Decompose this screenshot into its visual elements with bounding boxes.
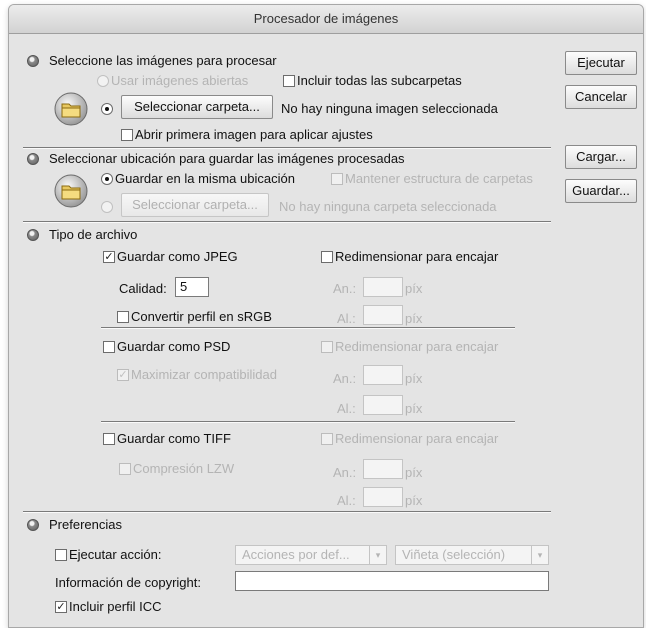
tiff-width-label: An.:	[333, 465, 357, 480]
tiff-width-unit: píx	[405, 465, 423, 480]
no-folder-selected-text: No hay ninguna carpeta seleccionada	[279, 199, 497, 214]
jpeg-width-input[interactable]	[363, 277, 403, 297]
psd-width-input[interactable]	[363, 365, 403, 385]
save-as-tiff-label: Guardar como TIFF	[117, 431, 231, 446]
psd-resize-checkbox[interactable]	[321, 341, 333, 353]
action-set-dropdown[interactable]: Acciones por def... ▾	[235, 545, 387, 565]
save-as-jpeg-label: Guardar como JPEG	[117, 249, 238, 264]
step-2-icon	[27, 153, 39, 165]
section-4-title: Preferencias	[49, 517, 122, 532]
save-as-psd-label: Guardar como PSD	[117, 339, 231, 354]
tiff-height-unit: píx	[405, 493, 423, 508]
folder-icon	[54, 92, 88, 126]
include-subfolders-checkbox[interactable]	[283, 75, 295, 87]
load-button[interactable]: Cargar...	[565, 145, 637, 169]
include-icc-label: Incluir perfil ICC	[69, 599, 162, 614]
run-button[interactable]: Ejecutar	[565, 51, 637, 75]
convert-srgb-checkbox[interactable]	[117, 311, 129, 323]
step-1-icon	[27, 55, 39, 67]
jpeg-height-unit: píx	[405, 311, 423, 326]
select-destination-radio[interactable]	[101, 201, 113, 213]
tiff-height-input[interactable]	[363, 487, 403, 507]
file-type-divider	[101, 327, 515, 329]
jpeg-resize-label: Redimensionar para encajar	[335, 249, 499, 264]
step-3-icon	[27, 229, 39, 241]
psd-height-label: Al.:	[337, 401, 356, 416]
quality-input[interactable]: 5	[175, 277, 209, 297]
section-2-title: Seleccionar ubicación para guardar las i…	[49, 151, 405, 166]
file-type-divider	[101, 421, 515, 423]
chevron-down-icon: ▾	[531, 546, 548, 564]
open-first-image-label: Abrir primera imagen para aplicar ajuste…	[135, 127, 373, 142]
section-3-title: Tipo de archivo	[49, 227, 138, 242]
select-folder-radio[interactable]	[101, 103, 113, 115]
folder-icon	[54, 174, 88, 208]
select-destination-folder-button[interactable]: Seleccionar carpeta...	[121, 193, 269, 217]
copyright-label: Información de copyright:	[55, 575, 201, 590]
psd-resize-label: Redimensionar para encajar	[335, 339, 499, 354]
use-open-images-radio[interactable]	[97, 75, 109, 87]
chevron-down-icon: ▾	[369, 546, 386, 564]
run-action-checkbox[interactable]	[55, 549, 67, 561]
psd-height-input[interactable]	[363, 395, 403, 415]
jpeg-width-unit: píx	[405, 281, 423, 296]
no-image-selected-text: No hay ninguna imagen seleccionada	[281, 101, 498, 116]
tiff-width-input[interactable]	[363, 459, 403, 479]
keep-structure-label: Mantener estructura de carpetas	[345, 171, 533, 186]
save-as-psd-checkbox[interactable]	[103, 341, 115, 353]
cancel-button[interactable]: Cancelar	[565, 85, 637, 109]
jpeg-width-label: An.:	[333, 281, 357, 296]
action-dropdown[interactable]: Viñeta (selección) ▾	[395, 545, 549, 565]
step-4-icon	[27, 519, 39, 531]
open-first-image-checkbox[interactable]	[121, 129, 133, 141]
tiff-resize-label: Redimensionar para encajar	[335, 431, 499, 446]
convert-srgb-label: Convertir perfil en sRGB	[131, 309, 272, 324]
tiff-resize-checkbox[interactable]	[321, 433, 333, 445]
include-icc-checkbox[interactable]: ✓	[55, 601, 67, 613]
section-1-title: Seleccione las imágenes para procesar	[49, 53, 277, 68]
maximize-compatibility-checkbox[interactable]: ✓	[117, 369, 129, 381]
same-location-radio[interactable]	[101, 173, 113, 185]
jpeg-height-label: Al.:	[337, 311, 356, 326]
action-value: Viñeta (selección)	[402, 547, 506, 562]
run-action-label: Ejecutar acción:	[69, 547, 162, 562]
dialog-title: Procesador de imágenes	[9, 5, 643, 34]
section-divider	[23, 511, 551, 513]
copyright-input[interactable]	[235, 571, 549, 591]
select-source-folder-button[interactable]: Seleccionar carpeta...	[121, 95, 273, 119]
maximize-compatibility-label: Maximizar compatibilidad	[131, 367, 277, 382]
action-set-value: Acciones por def...	[242, 547, 350, 562]
same-location-label: Guardar en la misma ubicación	[115, 171, 295, 186]
tiff-height-label: Al.:	[337, 493, 356, 508]
psd-height-unit: píx	[405, 401, 423, 416]
psd-width-unit: píx	[405, 371, 423, 386]
quality-label: Calidad:	[119, 281, 167, 296]
lzw-compression-label: Compresión LZW	[133, 461, 235, 476]
section-divider	[23, 147, 551, 149]
save-settings-button[interactable]: Guardar...	[565, 179, 637, 203]
save-as-jpeg-checkbox[interactable]: ✓	[103, 251, 115, 263]
section-divider	[23, 221, 551, 223]
use-open-images-label: Usar imágenes abiertas	[111, 73, 249, 88]
lzw-compression-checkbox[interactable]	[119, 463, 131, 475]
save-as-tiff-checkbox[interactable]	[103, 433, 115, 445]
psd-width-label: An.:	[333, 371, 357, 386]
image-processor-dialog: Procesador de imágenes Ejecutar Cancelar…	[8, 4, 644, 628]
jpeg-height-input[interactable]	[363, 305, 403, 325]
jpeg-resize-checkbox[interactable]	[321, 251, 333, 263]
include-subfolders-label: Incluir todas las subcarpetas	[297, 73, 462, 88]
keep-structure-checkbox[interactable]	[331, 173, 343, 185]
